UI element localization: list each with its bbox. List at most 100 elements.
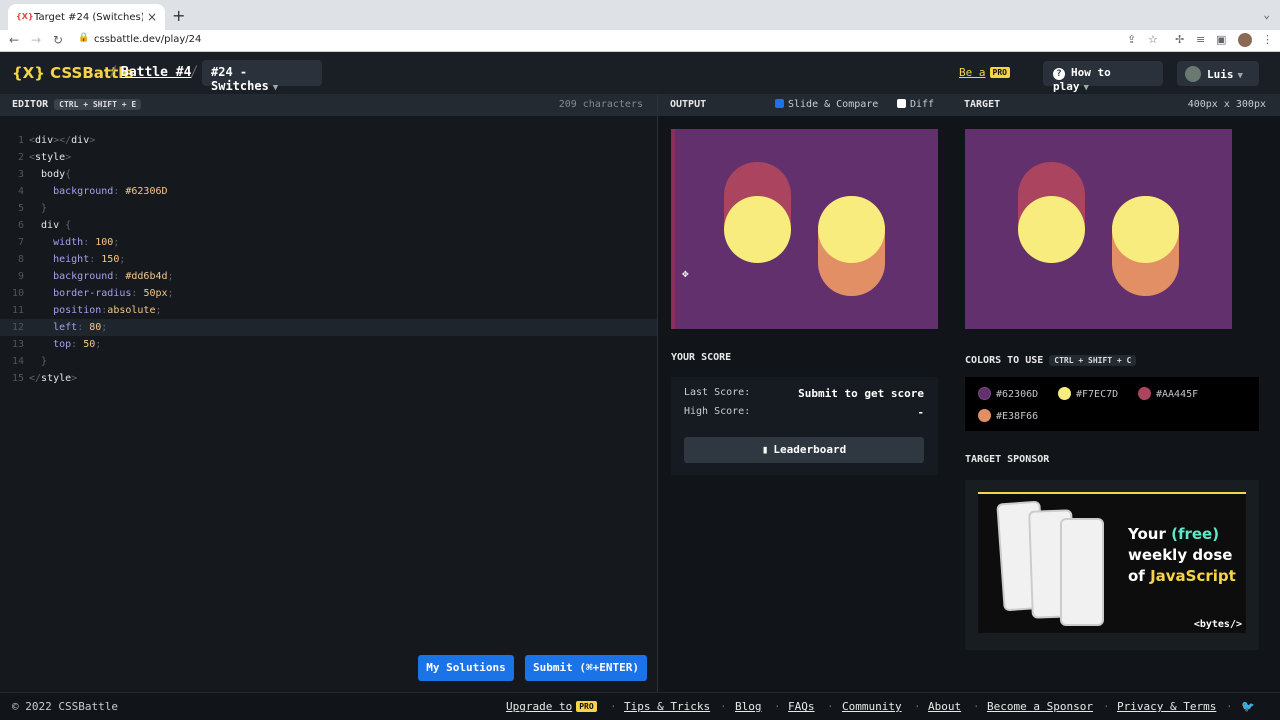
app-header: {X} CSSBattle / Battle #4 / #24 - Switch… [0, 52, 1280, 94]
browser-tab-strip: {X} Target #24 (Switches) - CSSB × + ⌄ [0, 0, 1280, 30]
code-editor[interactable]: 1 <div></div> 2 <style> 3 body{ 4 backgrou… [0, 116, 657, 692]
how-to-play-button[interactable]: ? How to play ▼ [1043, 61, 1163, 93]
tab-title: Target #24 (Switches) - CSSB [34, 11, 143, 23]
faqs-link[interactable]: FAQs [788, 700, 815, 713]
colors-to-use-title: COLORS TO USE CTRL + SHIFT + C [965, 355, 1137, 366]
code-text: position:absolute; [53, 305, 162, 316]
forward-arrow-icon[interactable]: → [31, 33, 41, 47]
color-dot [1138, 387, 1151, 400]
be-a-text: Be a [959, 66, 986, 79]
code-text: left: 80; [53, 322, 108, 333]
reading-list-icon[interactable]: ≡ [1196, 33, 1205, 46]
color-swatch[interactable]: #E38F66 [978, 409, 1038, 422]
code-text: <style> [29, 152, 72, 163]
code-line: 14 } [0, 353, 657, 370]
blog-link[interactable]: Blog [735, 700, 762, 713]
color-swatch[interactable]: #AA445F [1138, 387, 1198, 400]
line-number: 7 [17, 237, 24, 248]
browser-profile-avatar[interactable] [1238, 33, 1252, 47]
browser-tab[interactable]: {X} Target #24 (Switches) - CSSB × [8, 4, 165, 30]
checkbox-checked-icon[interactable] [775, 99, 784, 108]
line-number: 2 [17, 152, 24, 163]
browser-menu-icon[interactable]: ⋮ [1262, 33, 1273, 46]
slide-compare-toggle[interactable]: Slide & Compare [775, 99, 878, 110]
line-number: 10 [11, 288, 24, 299]
ad-line: weekly dose [1128, 546, 1233, 564]
leaderboard-button[interactable]: ▮ Leaderboard [684, 437, 924, 463]
code-text: height: 150; [53, 254, 126, 265]
share-icon[interactable]: ⇪ [1127, 33, 1136, 46]
code-line: 13 top: 50; [0, 336, 657, 353]
bar-chart-icon: ▮ [761, 443, 769, 456]
sponsor-ad-text: Your (free) weekly dose of JavaScript [1128, 524, 1236, 587]
code-line: 7 width: 100; [0, 234, 657, 251]
twitter-icon[interactable]: 🐦 [1241, 700, 1255, 713]
lock-icon[interactable]: 🔒 [78, 33, 89, 43]
slide-compare-label: Slide & Compare [788, 99, 879, 110]
be-a-pro-link[interactable]: Be a PRO [959, 66, 1010, 79]
high-score-value: - [917, 406, 924, 419]
target-title: TARGET [964, 99, 1001, 110]
bytes-logo: <bytes/> [1193, 619, 1242, 630]
privacy-terms-link[interactable]: Privacy & Terms [1117, 700, 1216, 713]
code-text: background: #62306D [53, 186, 168, 197]
upgrade-link[interactable]: Upgrade to PRO [506, 700, 597, 713]
about-link[interactable]: About [928, 700, 961, 713]
back-arrow-icon[interactable]: ← [9, 33, 19, 47]
extensions-puzzle-icon[interactable]: ✢ [1175, 33, 1184, 46]
color-swatch[interactable]: #F7EC7D [1058, 387, 1118, 400]
code-text: background: #dd6b4d; [53, 271, 174, 282]
editor-header: EDITOR CTRL + SHIFT + E 209 characters [0, 94, 657, 116]
user-menu-button[interactable]: Luis ▼ [1177, 61, 1259, 86]
my-solutions-button[interactable]: My Solutions [418, 655, 514, 681]
upgrade-label: Upgrade to [506, 700, 573, 713]
line-number: 12 [11, 322, 24, 333]
url-text[interactable]: cssbattle.dev/play/24 [94, 34, 201, 45]
colors-shortcut-badge: CTRL + SHIFT + C [1049, 355, 1137, 366]
side-panel-icon[interactable]: ▣ [1216, 33, 1226, 46]
code-text: <div></div> [29, 135, 96, 146]
battle-link[interactable]: Battle #4 [121, 65, 191, 80]
ad-line: Your [1128, 525, 1172, 543]
sponsor-ad-banner[interactable]: Your (free) weekly dose of JavaScript <b… [978, 492, 1246, 633]
footer-separator: · [774, 700, 781, 713]
code-text: } [41, 203, 48, 214]
tab-search-chevron-icon[interactable]: ⌄ [1263, 8, 1270, 21]
reload-icon[interactable]: ↻ [53, 33, 63, 47]
cssbattle-favicon-icon: {X} [16, 12, 34, 21]
become-sponsor-link[interactable]: Become a Sponsor [987, 700, 1093, 713]
code-line: 10 border-radius: 50px; [0, 285, 657, 302]
tab-close-icon[interactable]: × [147, 10, 157, 24]
new-tab-button[interactable]: + [172, 6, 185, 25]
line-number: 3 [17, 169, 24, 180]
editor-title: EDITOR [12, 99, 49, 110]
community-link[interactable]: Community [842, 700, 902, 713]
output-canvas[interactable] [671, 129, 938, 329]
footer-separator: · [914, 700, 921, 713]
tips-tricks-link[interactable]: Tips & Tricks [624, 700, 710, 713]
output-circle-left [724, 196, 791, 263]
score-panel: Last Score: Submit to get score High Sco… [671, 377, 938, 475]
footer: © 2022 CSSBattle Upgrade to PRO · Tips & … [0, 692, 1280, 720]
code-text: body{ [29, 169, 72, 180]
line-number: 13 [11, 339, 24, 350]
code-line-active: 12 left: 80; [0, 319, 657, 336]
checkbox-unchecked-icon[interactable] [897, 99, 906, 108]
colors-panel: #62306D #F7EC7D #AA445F #E38F66 [965, 377, 1259, 431]
slide-compare-edge [671, 129, 675, 329]
target-sponsor-title: TARGET SPONSOR [965, 454, 1050, 465]
color-swatch[interactable]: #62306D [978, 387, 1038, 400]
question-circle-icon: ? [1053, 68, 1065, 80]
code-line: 3 body{ [0, 166, 657, 183]
bookmark-star-icon[interactable]: ☆ [1148, 33, 1158, 46]
target-select-dropdown[interactable]: #24 - Switches ▼ [202, 60, 322, 93]
target-circle-left [1018, 196, 1085, 263]
submit-button[interactable]: Submit (⌘+ENTER) [525, 655, 647, 681]
line-number: 5 [17, 203, 24, 214]
code-line: 9 background: #dd6b4d; [0, 268, 657, 285]
code-text: </style> [29, 373, 78, 384]
colors-title-text: COLORS TO USE [965, 355, 1044, 366]
footer-separator: · [720, 700, 727, 713]
diff-toggle[interactable]: Diff [897, 99, 934, 110]
line-number: 8 [17, 254, 24, 265]
